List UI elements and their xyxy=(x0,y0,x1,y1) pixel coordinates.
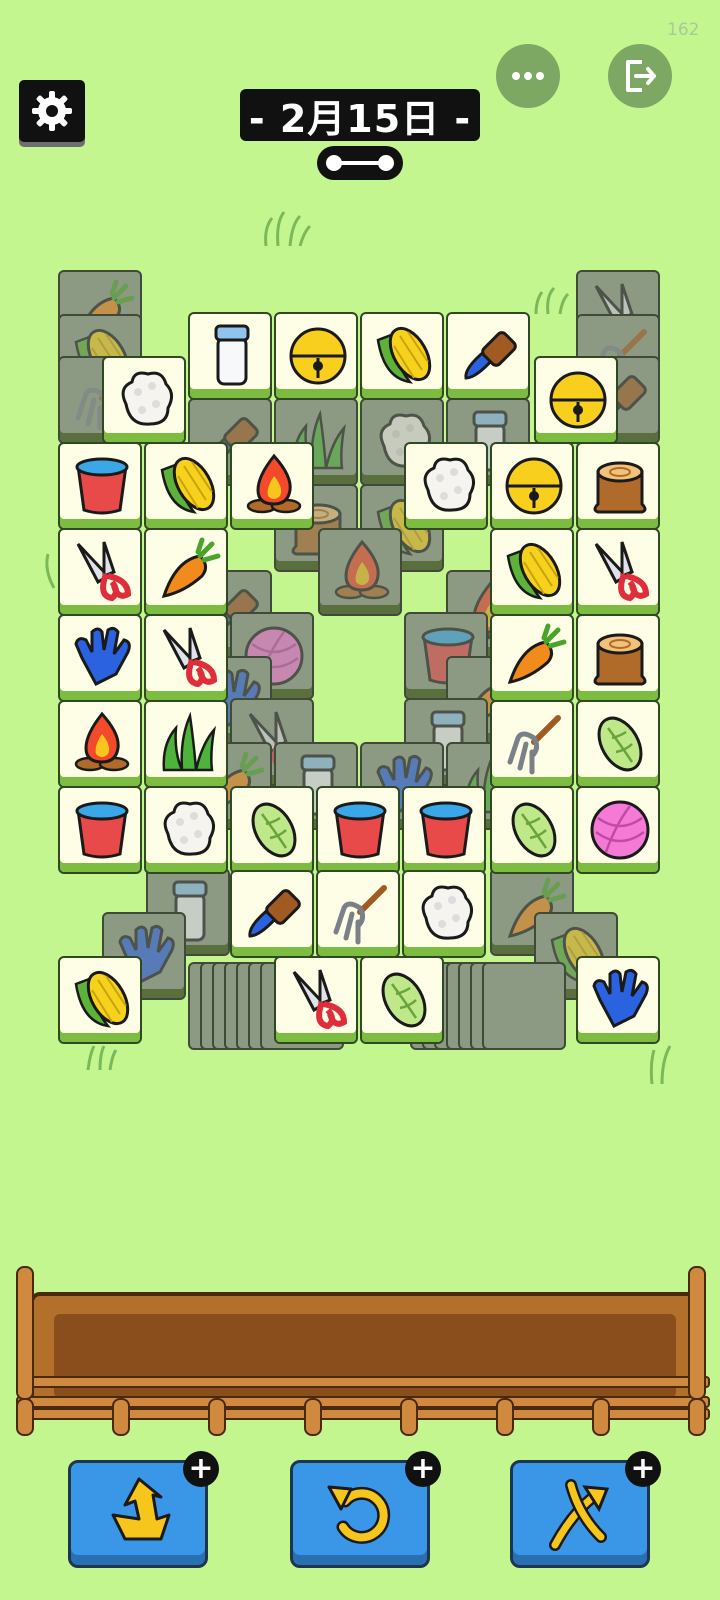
fence-post xyxy=(400,1398,418,1436)
tile-shears[interactable] xyxy=(58,528,142,616)
fence-post xyxy=(592,1398,610,1436)
tile-bell[interactable] xyxy=(490,442,574,530)
tile-campfire-blocked xyxy=(318,528,402,616)
tile-bell[interactable] xyxy=(534,356,618,444)
tile-fork[interactable] xyxy=(490,700,574,788)
tile-bucket[interactable] xyxy=(58,786,142,874)
tile-bucket[interactable] xyxy=(402,786,486,874)
fence-post xyxy=(496,1398,514,1436)
tile-cabbage[interactable] xyxy=(576,700,660,788)
fence-post xyxy=(304,1398,322,1436)
tile-rice[interactable] xyxy=(102,356,186,444)
tile-cabbage[interactable] xyxy=(230,786,314,874)
exit-button[interactable] xyxy=(608,44,672,108)
shuffle-icon xyxy=(549,1479,610,1551)
tile-corn[interactable] xyxy=(144,442,228,530)
grass-tuft-icon xyxy=(45,553,56,589)
fence-post xyxy=(688,1398,706,1436)
fence-rail xyxy=(16,1376,710,1388)
deck-card xyxy=(482,962,566,1050)
grass-tuft-icon xyxy=(86,1045,118,1071)
gear-icon xyxy=(32,91,72,131)
tile-stump[interactable] xyxy=(576,614,660,702)
fence-post xyxy=(688,1266,706,1400)
tile-glove[interactable] xyxy=(58,614,142,702)
level-date-title: - 2月15日 - xyxy=(240,89,480,141)
tile-glove[interactable] xyxy=(576,956,660,1044)
frame-counter: 162 xyxy=(667,20,700,40)
bone-progress-icon xyxy=(326,155,394,171)
add-return-button[interactable]: + xyxy=(183,1451,219,1487)
more-dots-icon xyxy=(512,72,544,80)
tile-campfire[interactable] xyxy=(58,700,142,788)
tile-grass[interactable] xyxy=(144,700,228,788)
tile-rice[interactable] xyxy=(144,786,228,874)
tile-bucket[interactable] xyxy=(58,442,142,530)
tile-rice[interactable] xyxy=(402,870,486,958)
tile-stump[interactable] xyxy=(576,442,660,530)
fence-post xyxy=(208,1398,226,1436)
tile-cabbage[interactable] xyxy=(490,786,574,874)
tile-corn[interactable] xyxy=(58,956,142,1044)
grass-tuft-icon xyxy=(649,1045,672,1085)
fence-post xyxy=(112,1398,130,1436)
fence-post xyxy=(16,1398,34,1436)
tile-brush[interactable] xyxy=(446,312,530,400)
grass-tuft-icon xyxy=(264,211,312,247)
add-undo-button[interactable]: + xyxy=(405,1451,441,1487)
tile-bell[interactable] xyxy=(274,312,358,400)
more-button[interactable] xyxy=(496,44,560,108)
undo-button[interactable]: + xyxy=(290,1451,441,1568)
tile-corn[interactable] xyxy=(490,528,574,616)
tile-tray xyxy=(16,1266,710,1450)
tile-shears[interactable] xyxy=(144,614,228,702)
tile-shears[interactable] xyxy=(576,528,660,616)
fence-post xyxy=(16,1266,34,1400)
grass-tuft-icon xyxy=(534,286,570,315)
tile-cabbage[interactable] xyxy=(360,956,444,1044)
level-progress xyxy=(317,146,403,180)
tile-shears[interactable] xyxy=(274,956,358,1044)
undo-icon xyxy=(327,1485,391,1544)
exit-icon xyxy=(626,60,656,92)
tile-campfire[interactable] xyxy=(230,442,314,530)
return-arrow-icon xyxy=(111,1477,171,1541)
tile-rice[interactable] xyxy=(404,442,488,530)
shuffle-button[interactable]: + xyxy=(510,1451,661,1568)
tile-brush[interactable] xyxy=(230,870,314,958)
tile-bucket[interactable] xyxy=(316,786,400,874)
tile-fork[interactable] xyxy=(316,870,400,958)
tile-corn[interactable] xyxy=(360,312,444,400)
tile-carrot[interactable] xyxy=(144,528,228,616)
tile-carrot[interactable] xyxy=(490,614,574,702)
return-tiles-button[interactable]: + xyxy=(68,1451,219,1568)
settings-button[interactable] xyxy=(19,80,85,142)
add-shuffle-button[interactable]: + xyxy=(625,1451,661,1487)
tile-milk-jar[interactable] xyxy=(188,312,272,400)
tile-yarn[interactable] xyxy=(576,786,660,874)
